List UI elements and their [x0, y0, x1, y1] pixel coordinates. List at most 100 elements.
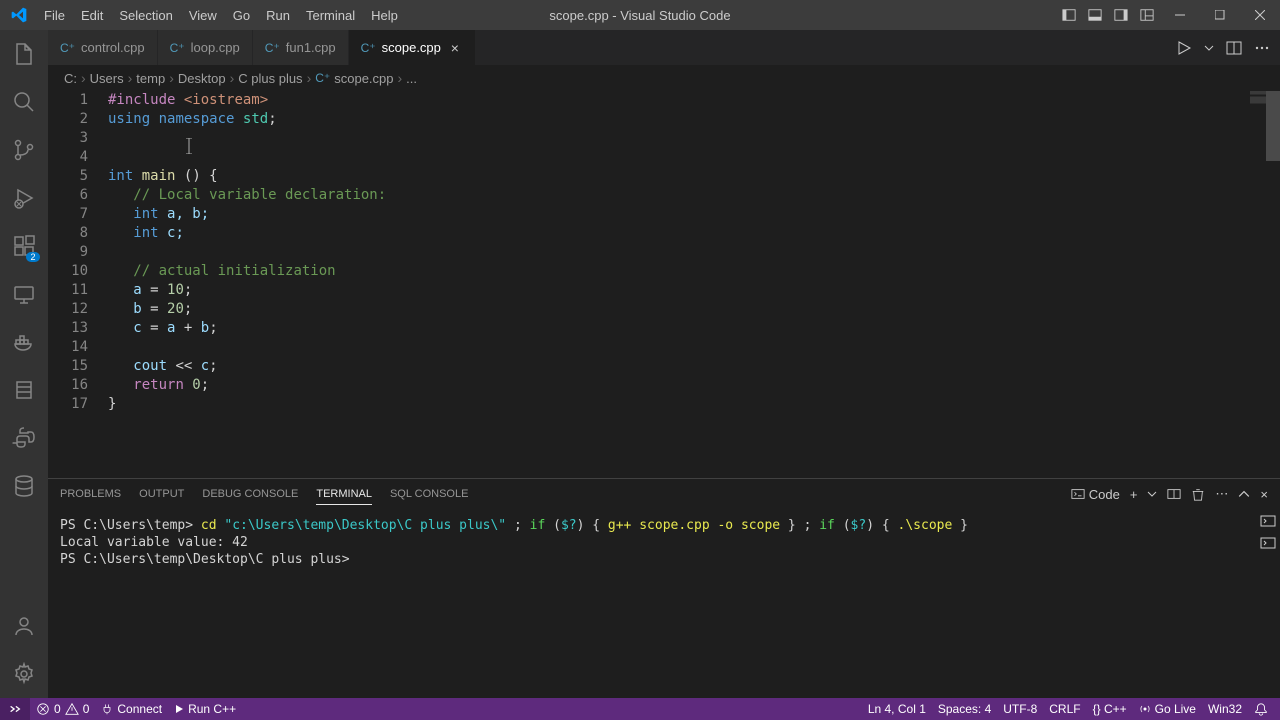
terminal-content[interactable]: PS C:\Users\temp> cd "c:\Users\temp\Desk… [48, 509, 1280, 698]
status-eol[interactable]: CRLF [1049, 702, 1080, 716]
split-terminal-icon[interactable] [1167, 487, 1181, 501]
close-panel-icon[interactable]: × [1260, 487, 1268, 502]
status-run-cpp[interactable]: Run C++ [174, 702, 236, 716]
status-golive[interactable]: Go Live [1139, 702, 1196, 716]
cpp-file-icon: C⁺ [315, 71, 330, 85]
activity-db-icon[interactable] [0, 462, 48, 510]
panel-tab-output[interactable]: OUTPUT [139, 484, 184, 504]
kill-terminal-icon[interactable] [1191, 487, 1205, 501]
panel-tab-debug[interactable]: DEBUG CONSOLE [202, 484, 298, 504]
code-editor[interactable]: 1 2 3 4 5 6 7 8 9 10 11 12 13 14 15 16 1… [48, 91, 1280, 478]
menu-run[interactable]: Run [258, 0, 298, 30]
activity-python-icon[interactable] [0, 414, 48, 462]
run-file-icon[interactable] [1174, 38, 1194, 58]
activity-source-control-icon[interactable] [0, 126, 48, 174]
menu-bar: File Edit Selection View Go Run Terminal… [36, 0, 406, 30]
toggle-panel-icon[interactable] [1082, 0, 1108, 30]
status-platform[interactable]: Win32 [1208, 702, 1242, 716]
status-bar: 0 0 Connect Run C++ Ln 4, Col 1 Spaces: … [0, 698, 1280, 720]
activity-remote-icon[interactable] [0, 270, 48, 318]
tab-fun1[interactable]: C⁺ fun1.cpp [253, 30, 349, 65]
status-notifications-icon[interactable] [1254, 702, 1268, 716]
tab-label: fun1.cpp [286, 40, 336, 55]
breadcrumb-trail[interactable]: ... [406, 71, 417, 86]
status-connect[interactable]: Connect [101, 702, 162, 716]
tab-close-icon[interactable]: × [447, 40, 463, 56]
activity-run-debug-icon[interactable] [0, 174, 48, 222]
warning-icon [65, 702, 79, 716]
vscode-logo-icon [10, 6, 28, 24]
cpp-file-icon: C⁺ [60, 41, 75, 55]
activity-accounts-icon[interactable] [0, 602, 48, 650]
status-problems[interactable]: 0 0 [36, 702, 89, 716]
line-gutter: 1 2 3 4 5 6 7 8 9 10 11 12 13 14 15 16 1… [48, 91, 108, 478]
breadcrumb-item[interactable]: Desktop [178, 71, 226, 86]
window-minimize-icon[interactable] [1160, 0, 1200, 30]
status-language[interactable]: {} C++ [1093, 702, 1127, 716]
maximize-panel-icon[interactable] [1238, 488, 1250, 500]
cpp-file-icon: C⁺ [170, 41, 185, 55]
tab-label: control.cpp [81, 40, 145, 55]
cpp-file-icon: C⁺ [265, 41, 280, 55]
status-encoding[interactable]: UTF-8 [1003, 702, 1037, 716]
activity-docker-icon[interactable] [0, 318, 48, 366]
remote-indicator-icon[interactable] [0, 698, 30, 720]
more-actions-icon[interactable] [1252, 38, 1272, 58]
menu-go[interactable]: Go [225, 0, 258, 30]
activity-settings-icon[interactable] [0, 650, 48, 698]
toggle-secondary-sidebar-icon[interactable] [1108, 0, 1134, 30]
breadcrumb-item[interactable]: Users [90, 71, 124, 86]
breadcrumb-file[interactable]: C⁺ scope.cpp [315, 71, 393, 86]
chevron-down-icon[interactable] [1147, 489, 1157, 499]
plug-icon [101, 703, 113, 715]
chevron-down-icon[interactable] [1202, 41, 1216, 55]
split-editor-icon[interactable] [1224, 38, 1244, 58]
panel-tab-sql[interactable]: SQL CONSOLE [390, 484, 468, 504]
tab-control[interactable]: C⁺ control.cpp [48, 30, 158, 65]
activity-search-icon[interactable] [0, 78, 48, 126]
menu-view[interactable]: View [181, 0, 225, 30]
menu-edit[interactable]: Edit [73, 0, 111, 30]
extensions-badge: 2 [26, 252, 40, 262]
title-bar: File Edit Selection View Go Run Terminal… [0, 0, 1280, 30]
new-terminal-icon[interactable]: + [1130, 487, 1138, 502]
minimap[interactable] [1250, 91, 1266, 109]
activity-bar: 2 [0, 30, 48, 698]
terminal-side-icon[interactable] [1260, 513, 1276, 529]
customize-layout-icon[interactable] [1134, 0, 1160, 30]
cpp-file-icon: C⁺ [361, 41, 376, 55]
window-maximize-icon[interactable] [1200, 0, 1240, 30]
activity-sql-icon[interactable] [0, 366, 48, 414]
breadcrumb[interactable]: C:› Users› temp› Desktop› C plus plus› C… [48, 65, 1280, 91]
menu-file[interactable]: File [36, 0, 73, 30]
tab-label: loop.cpp [191, 40, 240, 55]
tab-scope[interactable]: C⁺scope.cpp× [349, 30, 476, 65]
breadcrumb-item[interactable]: C: [64, 71, 77, 86]
broadcast-icon [1139, 703, 1151, 715]
activity-extensions-icon[interactable]: 2 [0, 222, 48, 270]
play-icon [174, 704, 184, 714]
terminal-selector[interactable]: Code [1071, 487, 1120, 502]
window-close-icon[interactable] [1240, 0, 1280, 30]
tab-loop[interactable]: C⁺ loop.cpp [158, 30, 253, 65]
error-icon [36, 702, 50, 716]
toggle-primary-sidebar-icon[interactable] [1056, 0, 1082, 30]
breadcrumb-item[interactable]: C plus plus [238, 71, 302, 86]
window-title: scope.cpp - Visual Studio Code [549, 8, 730, 23]
status-cursor-position[interactable]: Ln 4, Col 1 [868, 702, 926, 716]
status-indentation[interactable]: Spaces: 4 [938, 702, 991, 716]
menu-help[interactable]: Help [363, 0, 406, 30]
more-actions-icon[interactable]: ⋯ [1215, 486, 1228, 502]
activity-explorer-icon[interactable] [0, 30, 48, 78]
menu-selection[interactable]: Selection [111, 0, 180, 30]
panel-tab-terminal[interactable]: TERMINAL [316, 484, 372, 505]
code-content[interactable]: #include <iostream> using namespace std;… [108, 91, 1280, 478]
vertical-scrollbar[interactable] [1266, 91, 1280, 161]
panel-tabs: PROBLEMS OUTPUT DEBUG CONSOLE TERMINAL S… [48, 479, 1280, 509]
bottom-panel: PROBLEMS OUTPUT DEBUG CONSOLE TERMINAL S… [48, 478, 1280, 698]
menu-terminal[interactable]: Terminal [298, 0, 363, 30]
terminal-side-icon[interactable] [1260, 535, 1276, 551]
editor-tabs: C⁺ control.cpp C⁺ loop.cpp C⁺ fun1.cpp C⁺sc… [48, 30, 1280, 65]
panel-tab-problems[interactable]: PROBLEMS [60, 484, 121, 504]
breadcrumb-item[interactable]: temp [136, 71, 165, 86]
